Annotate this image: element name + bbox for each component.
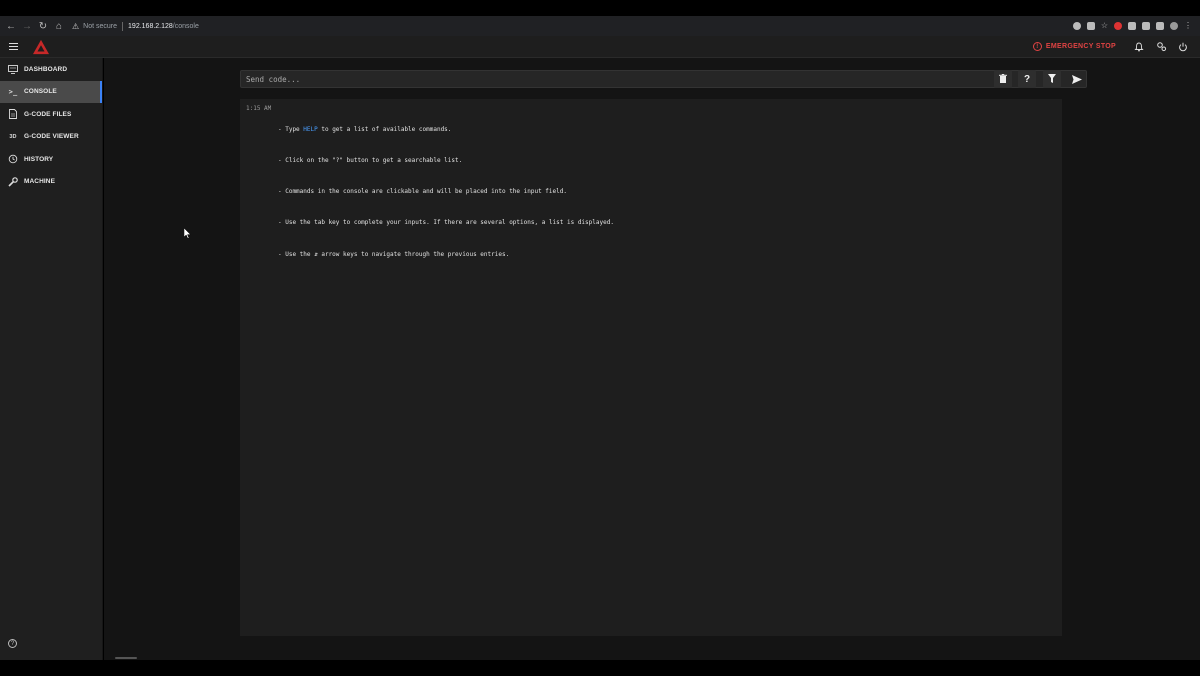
wrench-icon xyxy=(8,176,18,187)
browser-toolbar: ← → ↻ ⌂ ⚠ Not secure 192.168.2.128 /cons… xyxy=(0,16,1200,36)
terminal-icon: >_ xyxy=(8,87,18,96)
entry-timestamp: 1:15 AM xyxy=(246,105,272,112)
question-mark-icon: ? xyxy=(1023,73,1031,85)
back-arrow-icon[interactable]: ← xyxy=(4,19,18,33)
console-line: - Commands in the console are clickable … xyxy=(278,188,567,196)
bell-icon[interactable] xyxy=(1128,42,1150,52)
send-code-input[interactable] xyxy=(241,71,1068,87)
sidebar-item-label: MACHINE xyxy=(24,178,56,186)
puzzle-icon[interactable] xyxy=(1142,22,1150,30)
trash-icon xyxy=(999,73,1007,85)
url-separator xyxy=(122,21,124,31)
file-icon xyxy=(8,109,18,120)
clear-console-button[interactable] xyxy=(994,70,1012,88)
filter-button[interactable] xyxy=(1043,70,1061,88)
console-line-text: to get a list of available commands. xyxy=(317,125,452,133)
url-host: 192.168.2.128 xyxy=(128,22,173,30)
kebab-menu-icon[interactable]: ⋮ xyxy=(1184,22,1192,30)
url-path: /console xyxy=(172,22,199,30)
sidebar-item-gcode-viewer[interactable]: 3D G-CODE VIEWER xyxy=(0,126,102,149)
send-icon[interactable] xyxy=(1068,71,1086,87)
console-line: - Use the tab key to complete your input… xyxy=(278,219,614,227)
home-icon[interactable]: ⌂ xyxy=(52,19,66,33)
forward-arrow-icon[interactable]: → xyxy=(20,19,34,33)
google-lens-icon[interactable] xyxy=(1072,22,1081,30)
sidepanel-icon[interactable] xyxy=(1156,22,1164,30)
history-icon xyxy=(8,154,18,164)
letterbox-top xyxy=(0,0,1200,16)
sidebar-item-label: DASHBOARD xyxy=(24,65,68,73)
sidebar-item-label: CONSOLE xyxy=(24,88,57,96)
logo-icon xyxy=(33,39,49,54)
console-line: - Type HELP to get a list of available c… xyxy=(278,125,614,135)
app-header: ! EMERGENCY STOP xyxy=(0,36,1200,58)
browser-extensions: ☆ ⋮ xyxy=(1072,22,1196,30)
profile-avatar-icon[interactable] xyxy=(1170,22,1178,30)
sidebar-item-gcode-files[interactable]: G-CODE FILES xyxy=(0,103,102,126)
power-alert-icon: ! xyxy=(1032,42,1042,51)
sidebar-item-label: HISTORY xyxy=(24,155,54,163)
sidebar-item-label: G-CODE FILES xyxy=(24,110,72,118)
main-content: ? 1:15 AM - Type HELP to get a list of a… xyxy=(104,58,1200,660)
settings-gears-icon[interactable] xyxy=(1150,41,1172,52)
help-circle-icon[interactable]: ? xyxy=(8,639,17,648)
reload-icon[interactable]: ↻ xyxy=(36,19,50,33)
monitor-icon xyxy=(8,64,18,74)
console-entry: 1:15 AM - Type HELP to get a list of ava… xyxy=(246,104,614,281)
console-line-text: - Type xyxy=(278,125,304,133)
share-icon[interactable] xyxy=(1086,22,1095,30)
bookmark-star-icon[interactable]: ☆ xyxy=(1101,22,1108,30)
warning-icon: ⚠ xyxy=(72,21,80,31)
console-output: 1:15 AM - Type HELP to get a list of ava… xyxy=(240,99,1062,636)
code-input-container xyxy=(240,70,1087,88)
power-icon[interactable] xyxy=(1172,42,1194,52)
security-label: Not secure xyxy=(83,22,118,30)
extension-red-icon[interactable] xyxy=(1114,22,1122,30)
sidebar-item-console[interactable]: >_ CONSOLE xyxy=(0,80,102,103)
sidebar: DASHBOARD >_ CONSOLE G-CODE FILES 3D G-C… xyxy=(0,58,103,660)
help-command-link[interactable]: HELP xyxy=(303,126,317,133)
sidebar-item-machine[interactable]: MACHINE xyxy=(0,171,102,194)
filter-icon xyxy=(1048,73,1056,85)
sidebar-item-history[interactable]: HISTORY xyxy=(0,148,102,171)
sidebar-item-label: G-CODE VIEWER xyxy=(24,133,79,141)
sidebar-item-dashboard[interactable]: DASHBOARD xyxy=(0,58,102,81)
extension-shield-icon[interactable] xyxy=(1128,22,1136,30)
console-line: - Click on the "?" button to get a searc… xyxy=(278,157,463,165)
horizontal-scrollbar[interactable] xyxy=(115,657,137,659)
emergency-stop-button[interactable]: ! EMERGENCY STOP xyxy=(1032,42,1116,51)
3d-icon: 3D xyxy=(9,133,17,140)
menu-icon[interactable] xyxy=(0,43,26,50)
help-commands-button[interactable]: ? xyxy=(1018,70,1036,88)
address-bar[interactable]: ⚠ Not secure 192.168.2.128 /console xyxy=(72,18,1073,34)
emergency-stop-label: EMERGENCY STOP xyxy=(1045,43,1116,50)
console-line: - Use the ⇵ arrow keys to navigate throu… xyxy=(278,250,510,258)
letterbox-bottom xyxy=(0,660,1200,676)
